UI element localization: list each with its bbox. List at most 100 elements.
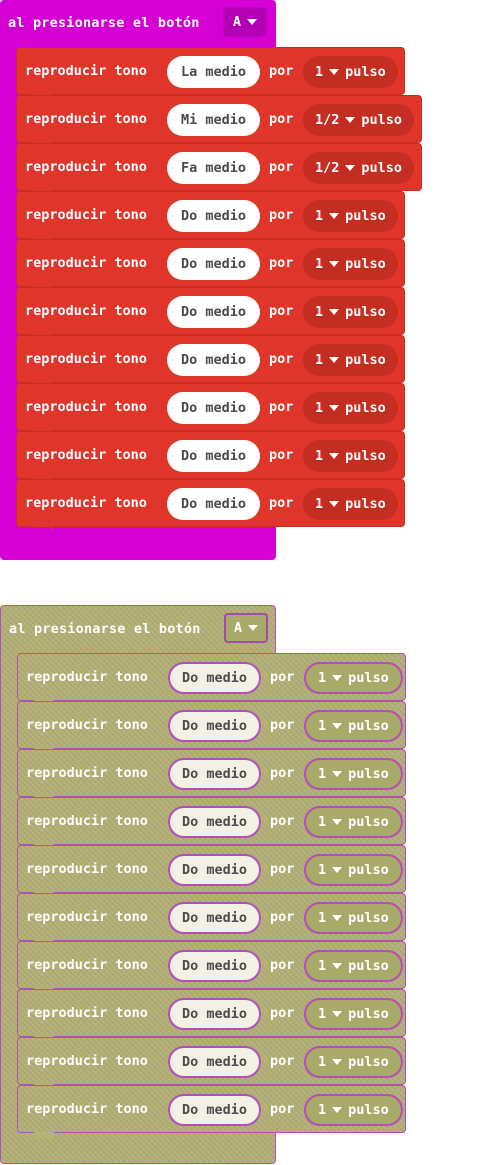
beat-dropdown[interactable]: 1 pulso: [304, 806, 403, 838]
for-label: por: [269, 303, 294, 319]
play-tone-block[interactable]: reproducir tono Do medio por 1 pulso: [16, 431, 405, 485]
note-field[interactable]: Do medio: [168, 1094, 261, 1126]
play-tone-block[interactable]: reproducir tono Fa medio por 1/2 pulso: [16, 143, 422, 197]
play-tone-block[interactable]: reproducir tono Do medio por 1 pulso: [16, 191, 405, 245]
beat-unit: pulso: [345, 256, 386, 272]
event-label: al presionarse el botón: [8, 15, 200, 31]
beat-unit: pulso: [348, 670, 389, 686]
beat-dropdown[interactable]: 1 pulso: [304, 1094, 403, 1126]
beat-dropdown[interactable]: 1 pulso: [304, 1046, 403, 1078]
note-field[interactable]: La medio: [167, 56, 260, 88]
note-field[interactable]: Do medio: [167, 440, 260, 472]
beat-dropdown[interactable]: 1 pulso: [303, 440, 398, 472]
beat-dropdown[interactable]: 1 pulso: [303, 344, 398, 376]
play-tone-block[interactable]: reproducir tono Do medio por 1 pulso: [17, 893, 406, 947]
beat-dropdown[interactable]: 1 pulso: [304, 998, 403, 1030]
play-tone-label: reproducir tono: [26, 1053, 148, 1069]
note-field[interactable]: Fa medio: [167, 152, 260, 184]
play-tone-label: reproducir tono: [25, 159, 147, 175]
note-field[interactable]: Do medio: [168, 710, 261, 742]
for-label: por: [270, 813, 295, 829]
beat-dropdown[interactable]: 1/2 pulso: [303, 104, 415, 136]
for-label: por: [269, 447, 294, 463]
beat-unit: pulso: [348, 718, 389, 734]
play-tone-label: reproducir tono: [25, 207, 147, 223]
note-field[interactable]: Do medio: [167, 200, 260, 232]
play-tone-label: reproducir tono: [25, 63, 147, 79]
beat-dropdown[interactable]: 1 pulso: [304, 902, 403, 934]
beat-dropdown[interactable]: 1 pulso: [304, 950, 403, 982]
note-field[interactable]: Do medio: [168, 950, 261, 982]
play-tone-label: reproducir tono: [26, 1101, 148, 1117]
chevron-down-icon: [329, 261, 340, 267]
play-tone-block[interactable]: reproducir tono Do medio por 1 pulso: [17, 1037, 406, 1091]
beat-unit: pulso: [348, 1102, 389, 1118]
beat-dropdown[interactable]: 1 pulso: [303, 296, 398, 328]
chevron-down-icon: [345, 165, 356, 171]
play-tone-block[interactable]: reproducir tono Do medio por 1 pulso: [16, 239, 405, 293]
play-tone-block[interactable]: reproducir tono Do medio por 1 pulso: [17, 845, 406, 899]
beat-value: 1: [315, 448, 324, 464]
beat-dropdown[interactable]: 1 pulso: [303, 488, 398, 520]
play-tone-block[interactable]: reproducir tono Do medio por 1 pulso: [16, 383, 405, 437]
on-button-pressed-block-disabled[interactable]: al presionarse el botón A reproducir ton…: [0, 605, 406, 1164]
note-field[interactable]: Do medio: [168, 902, 261, 934]
beat-dropdown[interactable]: 1 pulso: [304, 758, 403, 790]
on-button-pressed-block[interactable]: al presionarse el botón A reproducir ton…: [0, 0, 422, 560]
note-field[interactable]: Do medio: [168, 1046, 261, 1078]
chevron-down-icon: [329, 309, 340, 315]
beat-unit: pulso: [345, 352, 386, 368]
chevron-down-icon: [332, 1059, 343, 1065]
play-tone-block[interactable]: reproducir tono Do medio por 1 pulso: [17, 653, 406, 707]
beat-value: 1: [318, 1102, 327, 1118]
block-notch: [34, 1132, 54, 1139]
beat-dropdown[interactable]: 1 pulso: [304, 710, 403, 742]
beat-value: 1/2: [315, 160, 340, 176]
beat-dropdown[interactable]: 1 pulso: [303, 56, 398, 88]
beat-value: 1: [315, 208, 324, 224]
play-tone-block[interactable]: reproducir tono Do medio por 1 pulso: [17, 701, 406, 755]
play-tone-block[interactable]: reproducir tono Do medio por 1 pulso: [17, 749, 406, 803]
button-dropdown[interactable]: A: [224, 613, 268, 643]
block-notch: [32, 527, 52, 534]
chevron-down-icon: [332, 867, 343, 873]
beat-value: 1: [318, 766, 327, 782]
for-label: por: [269, 111, 294, 127]
beat-unit: pulso: [345, 496, 386, 512]
note-field[interactable]: Mi medio: [167, 104, 260, 136]
chevron-down-icon: [332, 675, 343, 681]
chevron-down-icon: [329, 69, 340, 75]
for-label: por: [269, 207, 294, 223]
play-tone-block[interactable]: reproducir tono Mi medio por 1/2 pulso: [16, 95, 422, 149]
chevron-down-icon: [332, 771, 343, 777]
play-tone-block[interactable]: reproducir tono La medio por 1 pulso: [16, 47, 405, 101]
note-field[interactable]: Do medio: [167, 392, 260, 424]
note-field[interactable]: Do medio: [167, 344, 260, 376]
beat-dropdown[interactable]: 1 pulso: [303, 392, 398, 424]
note-field[interactable]: Do medio: [167, 248, 260, 280]
play-tone-block[interactable]: reproducir tono Do medio por 1 pulso: [16, 479, 405, 533]
chevron-down-icon: [329, 453, 340, 459]
note-field[interactable]: Do medio: [167, 296, 260, 328]
note-field[interactable]: Do medio: [168, 854, 261, 886]
play-tone-block[interactable]: reproducir tono Do medio por 1 pulso: [17, 941, 406, 995]
beat-dropdown[interactable]: 1 pulso: [303, 248, 398, 280]
play-tone-label: reproducir tono: [26, 1005, 148, 1021]
beat-dropdown[interactable]: 1/2 pulso: [303, 152, 415, 184]
note-field[interactable]: Do medio: [167, 488, 260, 520]
for-label: por: [270, 1005, 295, 1021]
note-field[interactable]: Do medio: [168, 662, 261, 694]
play-tone-block[interactable]: reproducir tono Do medio por 1 pulso: [17, 1085, 406, 1139]
beat-value: 1: [315, 64, 324, 80]
beat-dropdown[interactable]: 1 pulso: [304, 662, 403, 694]
play-tone-block[interactable]: reproducir tono Do medio por 1 pulso: [16, 287, 405, 341]
note-field[interactable]: Do medio: [168, 806, 261, 838]
beat-dropdown[interactable]: 1 pulso: [304, 854, 403, 886]
beat-dropdown[interactable]: 1 pulso: [303, 200, 398, 232]
play-tone-block[interactable]: reproducir tono Do medio por 1 pulso: [16, 335, 405, 389]
note-field[interactable]: Do medio: [168, 998, 261, 1030]
play-tone-block[interactable]: reproducir tono Do medio por 1 pulso: [17, 797, 406, 851]
note-field[interactable]: Do medio: [168, 758, 261, 790]
button-dropdown[interactable]: A: [223, 7, 267, 37]
play-tone-block[interactable]: reproducir tono Do medio por 1 pulso: [17, 989, 406, 1043]
